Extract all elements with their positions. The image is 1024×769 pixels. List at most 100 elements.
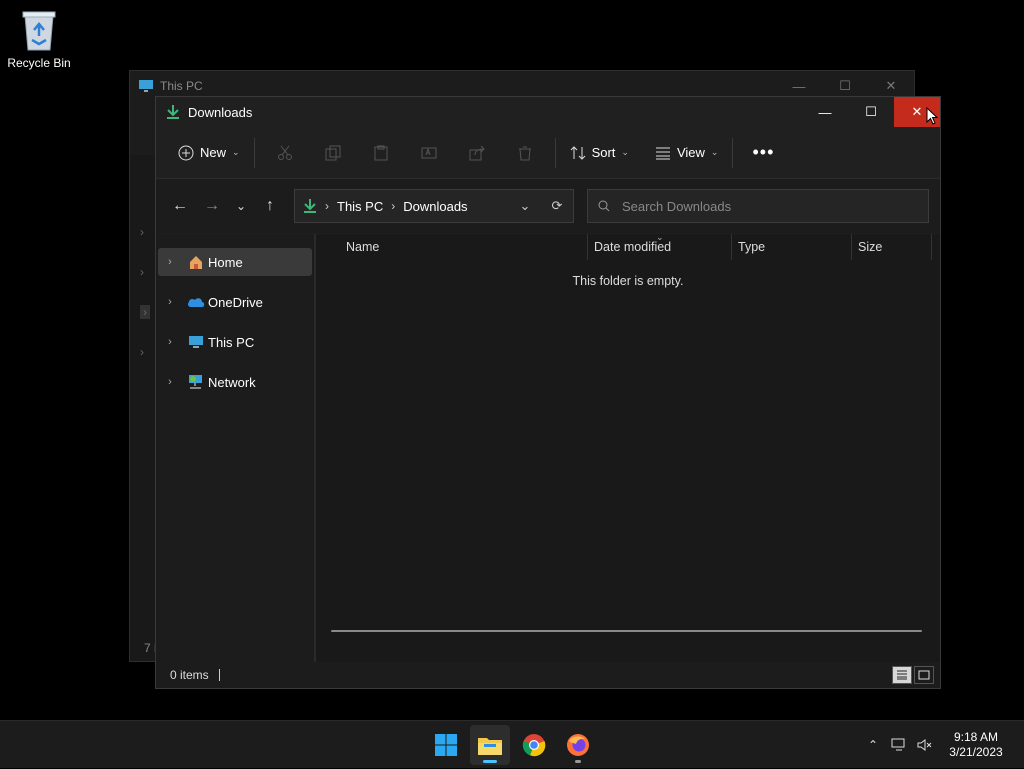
search-input[interactable] xyxy=(622,198,902,214)
item-count: 0 items xyxy=(170,668,209,682)
minimize-button[interactable]: — xyxy=(802,97,848,127)
downloads-window[interactable]: Downloads — ☐ ✕ New ⌄ Sort ⌄ View ⌄ ••• … xyxy=(155,96,941,689)
chrome-taskbar-button[interactable] xyxy=(514,725,554,765)
clock-time: 9:18 AM xyxy=(953,730,999,744)
breadcrumb-downloads[interactable]: Downloads xyxy=(403,199,467,214)
delete-button[interactable] xyxy=(501,137,549,169)
chevron-right-icon[interactable]: › xyxy=(158,336,182,348)
start-button[interactable] xyxy=(426,725,466,765)
nav-item-home[interactable]: › Home xyxy=(158,248,312,276)
chevron-right-icon[interactable]: › xyxy=(158,296,182,308)
new-button[interactable]: New ⌄ xyxy=(170,139,248,167)
chevron-right-icon[interactable]: › xyxy=(325,199,329,213)
nav-item-label: Network xyxy=(208,374,256,390)
nav-item-label: Home xyxy=(208,254,243,270)
navigation-pane: › Home › OneDrive › This PC › Network xyxy=(156,234,316,662)
paste-button[interactable] xyxy=(357,137,405,169)
clock[interactable]: 9:18 AM 3/21/2023 xyxy=(938,730,1014,760)
nav-item-label: OneDrive xyxy=(208,294,263,310)
firefox-icon xyxy=(567,734,589,756)
status-bar: 0 items xyxy=(156,662,940,688)
cut-button[interactable] xyxy=(261,137,309,169)
arrow-left-icon: ← xyxy=(172,197,188,214)
up-button[interactable]: ↑ xyxy=(254,190,286,222)
forward-button[interactable]: → xyxy=(196,190,228,222)
monitor-icon xyxy=(139,80,153,92)
network-status-icon[interactable] xyxy=(886,738,912,752)
file-list[interactable]: Name Date modified Type Size ⌄ This fold… xyxy=(316,232,940,662)
tiles-view-button[interactable] xyxy=(914,666,934,684)
toolbar-divider xyxy=(732,137,734,168)
chevron-right-icon[interactable]: › xyxy=(140,305,150,319)
recent-locations-button[interactable]: ⌄ xyxy=(228,190,254,222)
active-indicator xyxy=(483,760,497,763)
column-header-size[interactable]: Size xyxy=(852,234,932,260)
more-options-button[interactable]: ••• xyxy=(739,137,787,169)
share-icon xyxy=(469,145,485,160)
address-row: ← → ⌄ ↑ › This PC › Downloads ⌄ ⟳ xyxy=(156,179,940,233)
firefox-taskbar-button[interactable] xyxy=(558,725,598,765)
nav-item-onedrive[interactable]: › OneDrive xyxy=(158,288,312,316)
this-pc-title: This PC xyxy=(160,79,203,93)
system-tray: ⌃ 9:18 AM 3/21/2023 xyxy=(860,721,1024,769)
scissors-icon xyxy=(277,145,292,160)
download-icon xyxy=(166,104,182,120)
refresh-icon[interactable]: ⟳ xyxy=(541,190,573,222)
empty-folder-message: This folder is empty. xyxy=(572,274,684,288)
chevron-down-icon: ⌄ xyxy=(232,147,240,157)
chevron-right-icon[interactable]: › xyxy=(158,256,182,268)
view-label: View xyxy=(676,145,705,160)
breadcrumb-this-pc[interactable]: This PC xyxy=(337,199,383,214)
nav-item-this-pc[interactable]: › This PC xyxy=(158,328,312,356)
chevron-right-icon[interactable]: › xyxy=(140,265,144,279)
tiles-view-icon xyxy=(918,670,930,680)
windows-logo-icon xyxy=(435,734,457,756)
running-indicator xyxy=(575,760,581,763)
sort-indicator-icon: ⌄ xyxy=(656,232,664,242)
copy-button[interactable] xyxy=(309,137,357,169)
rename-button[interactable] xyxy=(405,137,453,169)
view-list-icon xyxy=(655,147,670,159)
monitor-icon xyxy=(186,333,206,351)
chevron-right-icon[interactable]: › xyxy=(140,345,144,359)
sort-label: Sort xyxy=(591,145,616,160)
chevron-right-icon[interactable]: › xyxy=(391,199,395,213)
search-box[interactable] xyxy=(587,189,929,223)
address-history-chevron-icon[interactable]: ⌄ xyxy=(509,190,541,222)
folder-icon xyxy=(478,738,502,755)
maximize-button[interactable]: ☐ xyxy=(848,97,894,127)
rename-icon xyxy=(421,146,437,158)
details-view-button[interactable] xyxy=(892,666,912,684)
share-button[interactable] xyxy=(453,137,501,169)
window-title: Downloads xyxy=(188,104,253,120)
chevron-right-icon[interactable]: › xyxy=(158,376,182,388)
trash-icon xyxy=(518,146,531,160)
column-header-name[interactable]: Name xyxy=(316,234,588,260)
taskbar: ⌃ 9:18 AM 3/21/2023 xyxy=(0,720,1024,768)
new-label: New xyxy=(200,145,227,160)
network-icon xyxy=(186,373,206,391)
show-hidden-icons-chevron-icon[interactable]: ⌃ xyxy=(860,738,886,752)
address-bar[interactable]: › This PC › Downloads ⌄ ⟳ xyxy=(294,189,574,223)
nav-item-network[interactable]: › Network xyxy=(158,368,312,396)
view-button[interactable]: View ⌄ xyxy=(647,139,727,166)
sort-button[interactable]: Sort ⌄ xyxy=(562,139,637,167)
ellipsis-icon: ••• xyxy=(752,142,775,162)
sort-icon xyxy=(570,145,585,160)
command-bar: New ⌄ Sort ⌄ View ⌄ ••• xyxy=(156,127,940,179)
arrow-up-icon: ↑ xyxy=(266,197,274,214)
file-explorer-taskbar-button[interactable] xyxy=(470,725,510,765)
volume-muted-icon[interactable] xyxy=(912,738,938,752)
toolbar-divider xyxy=(253,137,255,168)
clipboard-icon xyxy=(374,145,388,160)
recycle-bin-shortcut[interactable]: Recycle Bin xyxy=(4,8,74,70)
horizontal-scrollbar[interactable] xyxy=(331,630,922,632)
column-header-type[interactable]: Type xyxy=(732,234,852,260)
chevron-right-icon[interactable]: › xyxy=(140,225,144,239)
search-icon xyxy=(598,200,610,212)
chevron-down-icon: ⌄ xyxy=(710,147,719,157)
status-divider xyxy=(218,669,220,681)
back-button[interactable]: ← xyxy=(164,190,196,222)
chrome-icon xyxy=(522,734,546,757)
home-icon xyxy=(186,253,206,271)
